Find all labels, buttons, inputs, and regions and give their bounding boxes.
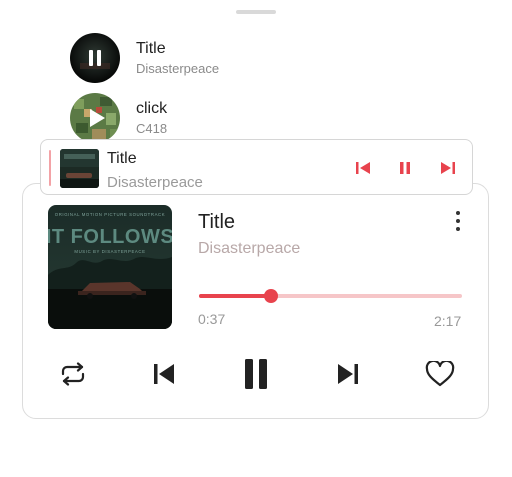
mini-player-title: Title [107, 150, 137, 167]
pause-icon[interactable] [87, 49, 103, 67]
queue-item[interactable]: click C418 [70, 93, 370, 143]
play-icon[interactable] [88, 108, 106, 128]
pause-icon[interactable] [394, 158, 416, 178]
skip-next-icon[interactable] [334, 360, 362, 388]
pause-icon[interactable] [240, 356, 272, 392]
queue-item[interactable]: Title Disasterpeace [70, 33, 370, 83]
track-artist: Disasterpeace [198, 240, 301, 257]
queue-item-title: click [136, 100, 168, 117]
skip-previous-icon[interactable] [352, 158, 374, 178]
skip-previous-icon[interactable] [150, 360, 178, 388]
queue-thumbnail [70, 93, 120, 143]
seek-bar[interactable] [199, 289, 462, 303]
drag-handle[interactable] [236, 10, 276, 14]
album-art: ORIGINAL MOTION PICTURE SOUNDTRACK IT FO… [48, 205, 172, 329]
album-art-header: ORIGINAL MOTION PICTURE SOUNDTRACK [55, 212, 165, 217]
drag-indicator[interactable] [49, 150, 51, 186]
repeat-icon[interactable] [58, 360, 88, 388]
seek-bar-progress [199, 294, 272, 298]
album-art-title: IT FOLLOWS [48, 226, 172, 248]
queue-thumbnail [70, 33, 120, 83]
skip-next-icon[interactable] [437, 158, 459, 178]
total-duration: 2:17 [434, 313, 462, 329]
queue-item-title: Title [136, 40, 166, 57]
album-art-subtitle: MUSIC BY DISASTERPEACE [74, 249, 145, 254]
elapsed-time: 0:37 [198, 311, 226, 327]
mini-player[interactable]: Title Disasterpeace [40, 139, 473, 195]
queue-item-artist: C418 [136, 121, 168, 136]
track-title: Title [198, 211, 236, 233]
mini-player-artist: Disasterpeace [107, 174, 203, 191]
heart-icon[interactable] [424, 359, 456, 389]
mini-album-art [60, 149, 99, 188]
more-options-icon[interactable] [448, 208, 468, 234]
queue-item-artist: Disasterpeace [136, 61, 220, 76]
